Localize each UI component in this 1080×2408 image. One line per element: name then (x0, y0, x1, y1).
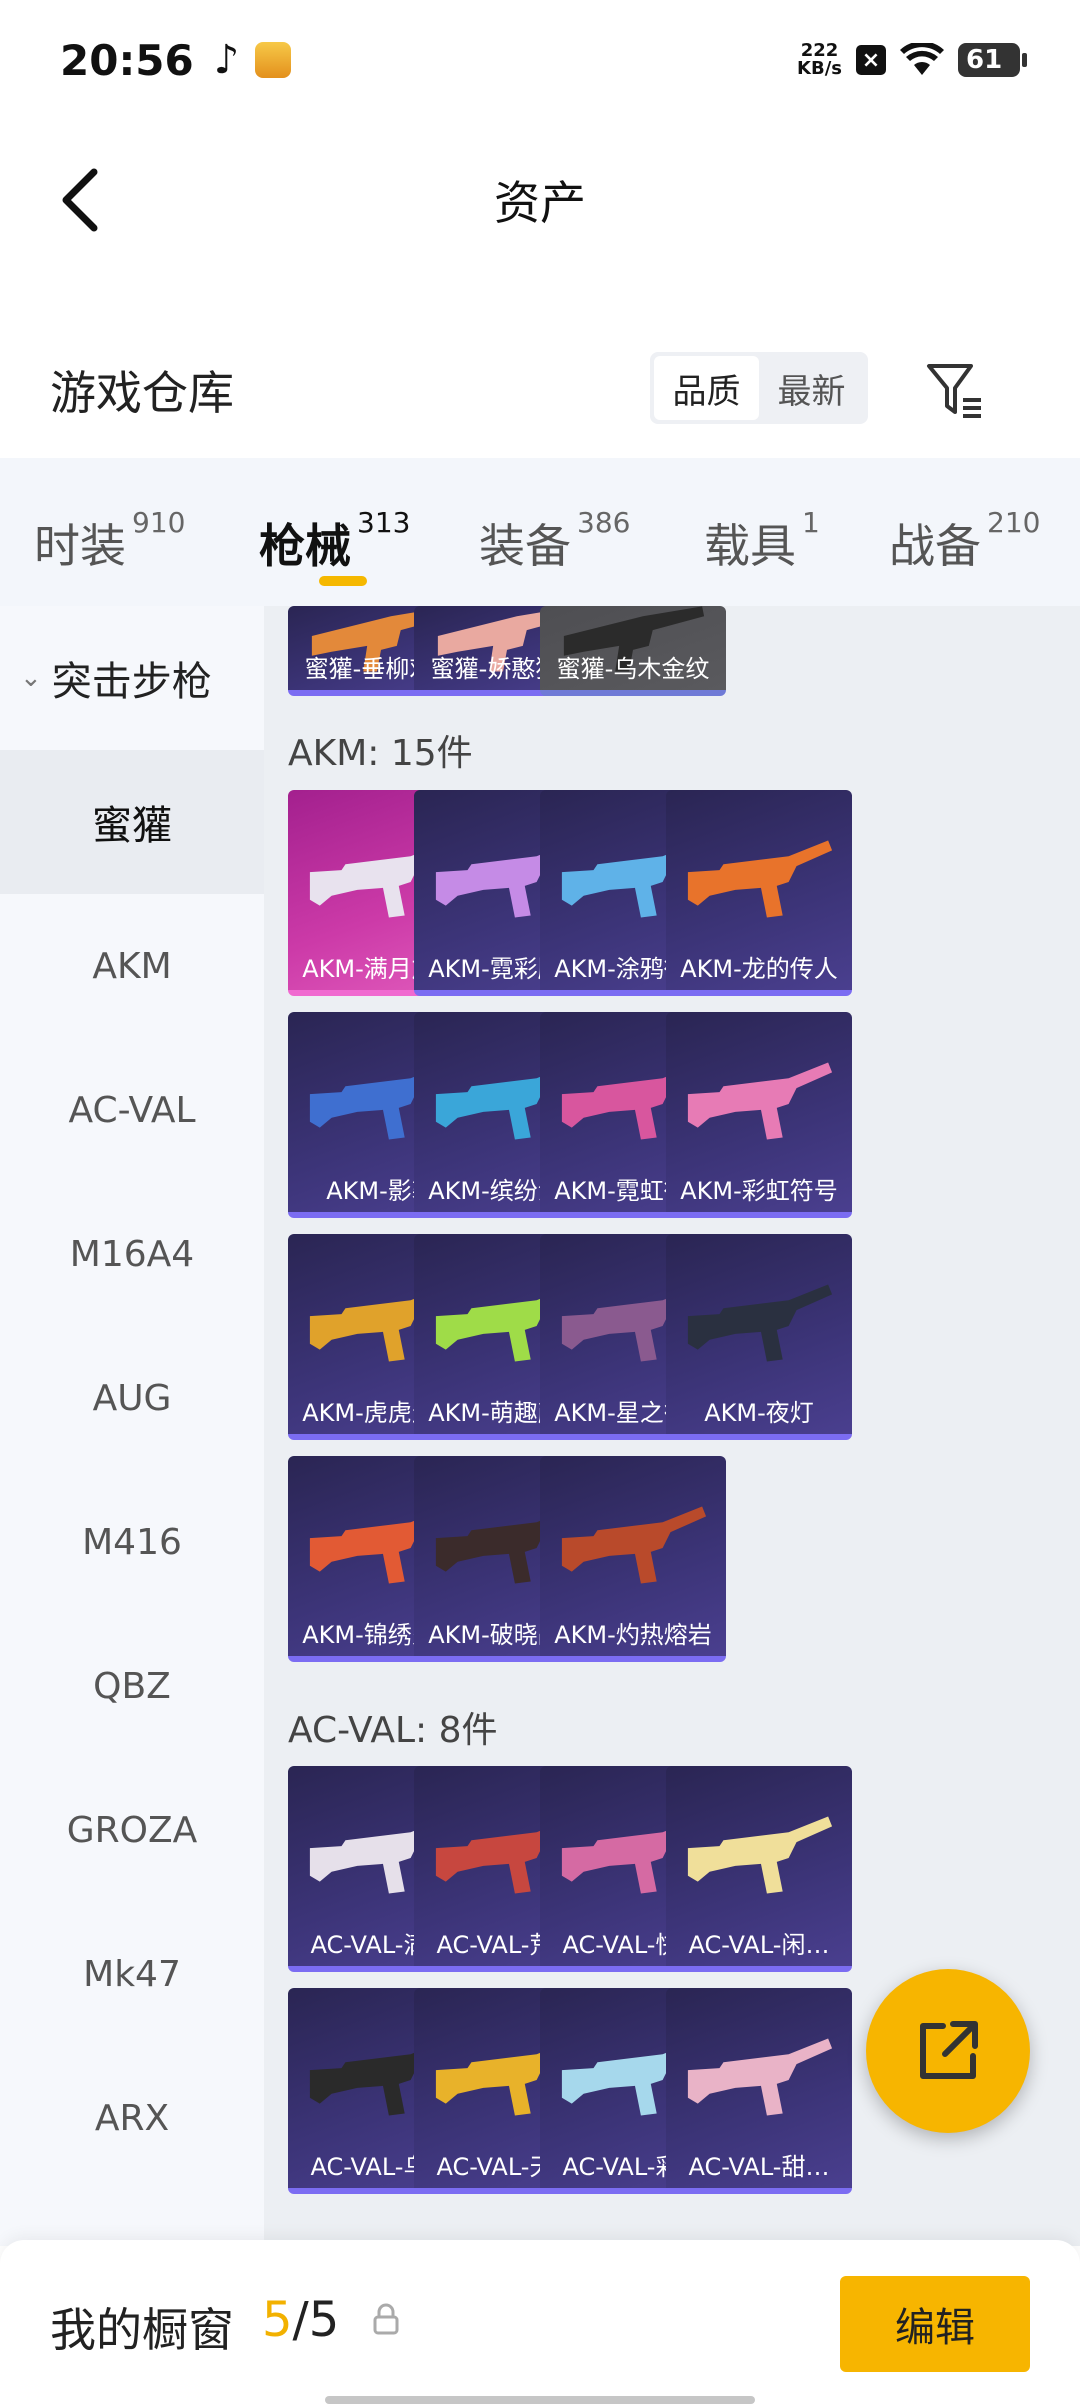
status-left-icons: ♪ (214, 37, 292, 83)
section-title-akm: AKM: 15件 (288, 733, 473, 774)
skin-card[interactable]: AC-VAL-闲… (666, 1766, 852, 1972)
status-bar: 20:56 ♪ 222 KB/s × 61 (0, 0, 1080, 120)
tab-label: 装备 (479, 519, 571, 573)
tab-label: 战备 (889, 519, 981, 573)
skin-card-label: AKM-灼热熔岩 (554, 1621, 712, 1649)
tab-fashion[interactable]: 时装 910 (34, 482, 259, 582)
tab-count: 313 (357, 506, 411, 539)
sidebar-item-m16a4[interactable]: M16A4 (0, 1182, 264, 1326)
tab-firearms[interactable]: 枪械 313 (259, 482, 479, 586)
sidebar-item-m416[interactable]: M416 (0, 1470, 264, 1614)
edit-button[interactable]: 编辑 (840, 2276, 1030, 2372)
rifle-icon (687, 1816, 833, 1894)
rifle-icon (687, 1062, 833, 1140)
skin-card-label: AKM-夜灯 (704, 1399, 814, 1427)
notification-muted-icon: × (856, 45, 886, 75)
skin-card[interactable]: AKM-彩虹符号 (666, 1012, 852, 1218)
status-right-icons: 222 KB/s × 61 (797, 42, 1027, 78)
tab-label: 枪械 (259, 519, 351, 573)
page-title: 资产 (494, 176, 586, 230)
skin-card-label: AKM-龙的传人 (680, 955, 838, 983)
status-time: 20:56 (60, 35, 194, 85)
back-button[interactable] (40, 160, 120, 240)
tab-supplies[interactable]: 战备 210 (889, 482, 1069, 582)
showcase-used: 5 (262, 2292, 293, 2348)
filter-icon (927, 364, 981, 418)
tab-count: 1 (802, 506, 820, 539)
skin-card-label: 蜜獾-乌木金纹 (556, 655, 710, 683)
filter-button[interactable] (920, 350, 990, 430)
chevron-left-icon (62, 168, 98, 232)
sidebar-item-ac-val[interactable]: AC-VAL (0, 1038, 264, 1182)
tab-label: 时装 (34, 519, 126, 573)
showcase-total: 5 (308, 2292, 340, 2348)
tab-count: 386 (577, 506, 631, 539)
sidebar-group-assault-rifles[interactable]: ⌄ 突击步枪 (0, 606, 264, 750)
sidebar-item-aug[interactable]: AUG (0, 1326, 264, 1470)
net-speed: 222 KB/s (797, 42, 842, 78)
tab-count: 910 (132, 506, 186, 539)
warehouse-row: 游戏仓库 品质 最新 (0, 330, 1080, 450)
home-indicator (325, 2396, 755, 2404)
skin-card[interactable]: AKM-灼热熔岩 (540, 1456, 726, 1662)
category-tabs: 时装 910 枪械 313 装备 386 载具 1 战备 210 (0, 458, 1080, 606)
sort-option-quality[interactable]: 品质 (654, 356, 759, 420)
skin-card[interactable]: AKM-龙的传人 (666, 790, 852, 996)
net-speed-unit: KB/s (797, 58, 842, 79)
tiktok-icon: ♪ (213, 37, 240, 83)
wifi-icon (900, 43, 944, 77)
share-icon (920, 2021, 978, 2079)
tab-equipment[interactable]: 装备 386 (479, 482, 704, 582)
page-header: 资产 (0, 130, 1080, 270)
rifle-icon (561, 1506, 707, 1584)
rifle-icon (687, 1284, 833, 1362)
skin-card-label: AC-VAL-甜… (688, 2153, 830, 2181)
sidebar-item-akm[interactable]: AKM (0, 894, 264, 1038)
battery-icon: 61 (958, 43, 1027, 77)
skin-card-label: AKM-彩虹符号 (680, 1177, 838, 1205)
sidebar-item-qbz[interactable]: QBZ (0, 1614, 264, 1758)
showcase-label: 我的橱窗 (50, 2303, 234, 2357)
sort-toggle: 品质 最新 (650, 352, 868, 424)
weapon-sidebar: ⌄ 突击步枪 蜜獾 AKM AC-VAL M16A4 AUG M416 QBZ … (0, 606, 264, 2246)
showcase-count: 5/5 (262, 2292, 339, 2348)
tab-active-indicator (319, 576, 367, 586)
skin-card[interactable]: AKM-夜灯 (666, 1234, 852, 1440)
tab-vehicles[interactable]: 载具 1 (704, 482, 889, 582)
sidebar-item-arx[interactable]: ARX (0, 2046, 264, 2190)
skin-card-label: AC-VAL-闲… (688, 1931, 830, 1959)
share-button[interactable] (866, 1969, 1030, 2133)
section-title-ac-val: AC-VAL: 8件 (288, 1710, 498, 1751)
showcase-bar: 我的橱窗 5/5 编辑 (0, 2240, 1080, 2408)
sort-option-newest[interactable]: 最新 (759, 356, 864, 420)
showcase-separator: / (292, 2292, 309, 2348)
rifle-icon (687, 2038, 833, 2116)
skin-card[interactable]: AC-VAL-甜… (666, 1988, 852, 2194)
sidebar-item-mk47[interactable]: Mk47 (0, 1902, 264, 2046)
tab-label: 载具 (704, 519, 796, 573)
lock-icon (373, 2303, 399, 2335)
tab-count: 210 (987, 506, 1041, 539)
warehouse-title: 游戏仓库 (50, 366, 234, 420)
sidebar-item-groza[interactable]: GROZA (0, 1758, 264, 1902)
app-icon (255, 42, 292, 78)
rifle-icon (687, 840, 833, 918)
sidebar-item-honey-badger[interactable]: 蜜獾 (0, 750, 264, 894)
sidebar-group-label: 突击步枪 (51, 659, 212, 705)
chevron-down-icon: ⌄ (20, 663, 42, 693)
battery-level: 61 (966, 45, 1003, 75)
skin-card[interactable]: 蜜獾-乌木金纹 (540, 606, 726, 696)
